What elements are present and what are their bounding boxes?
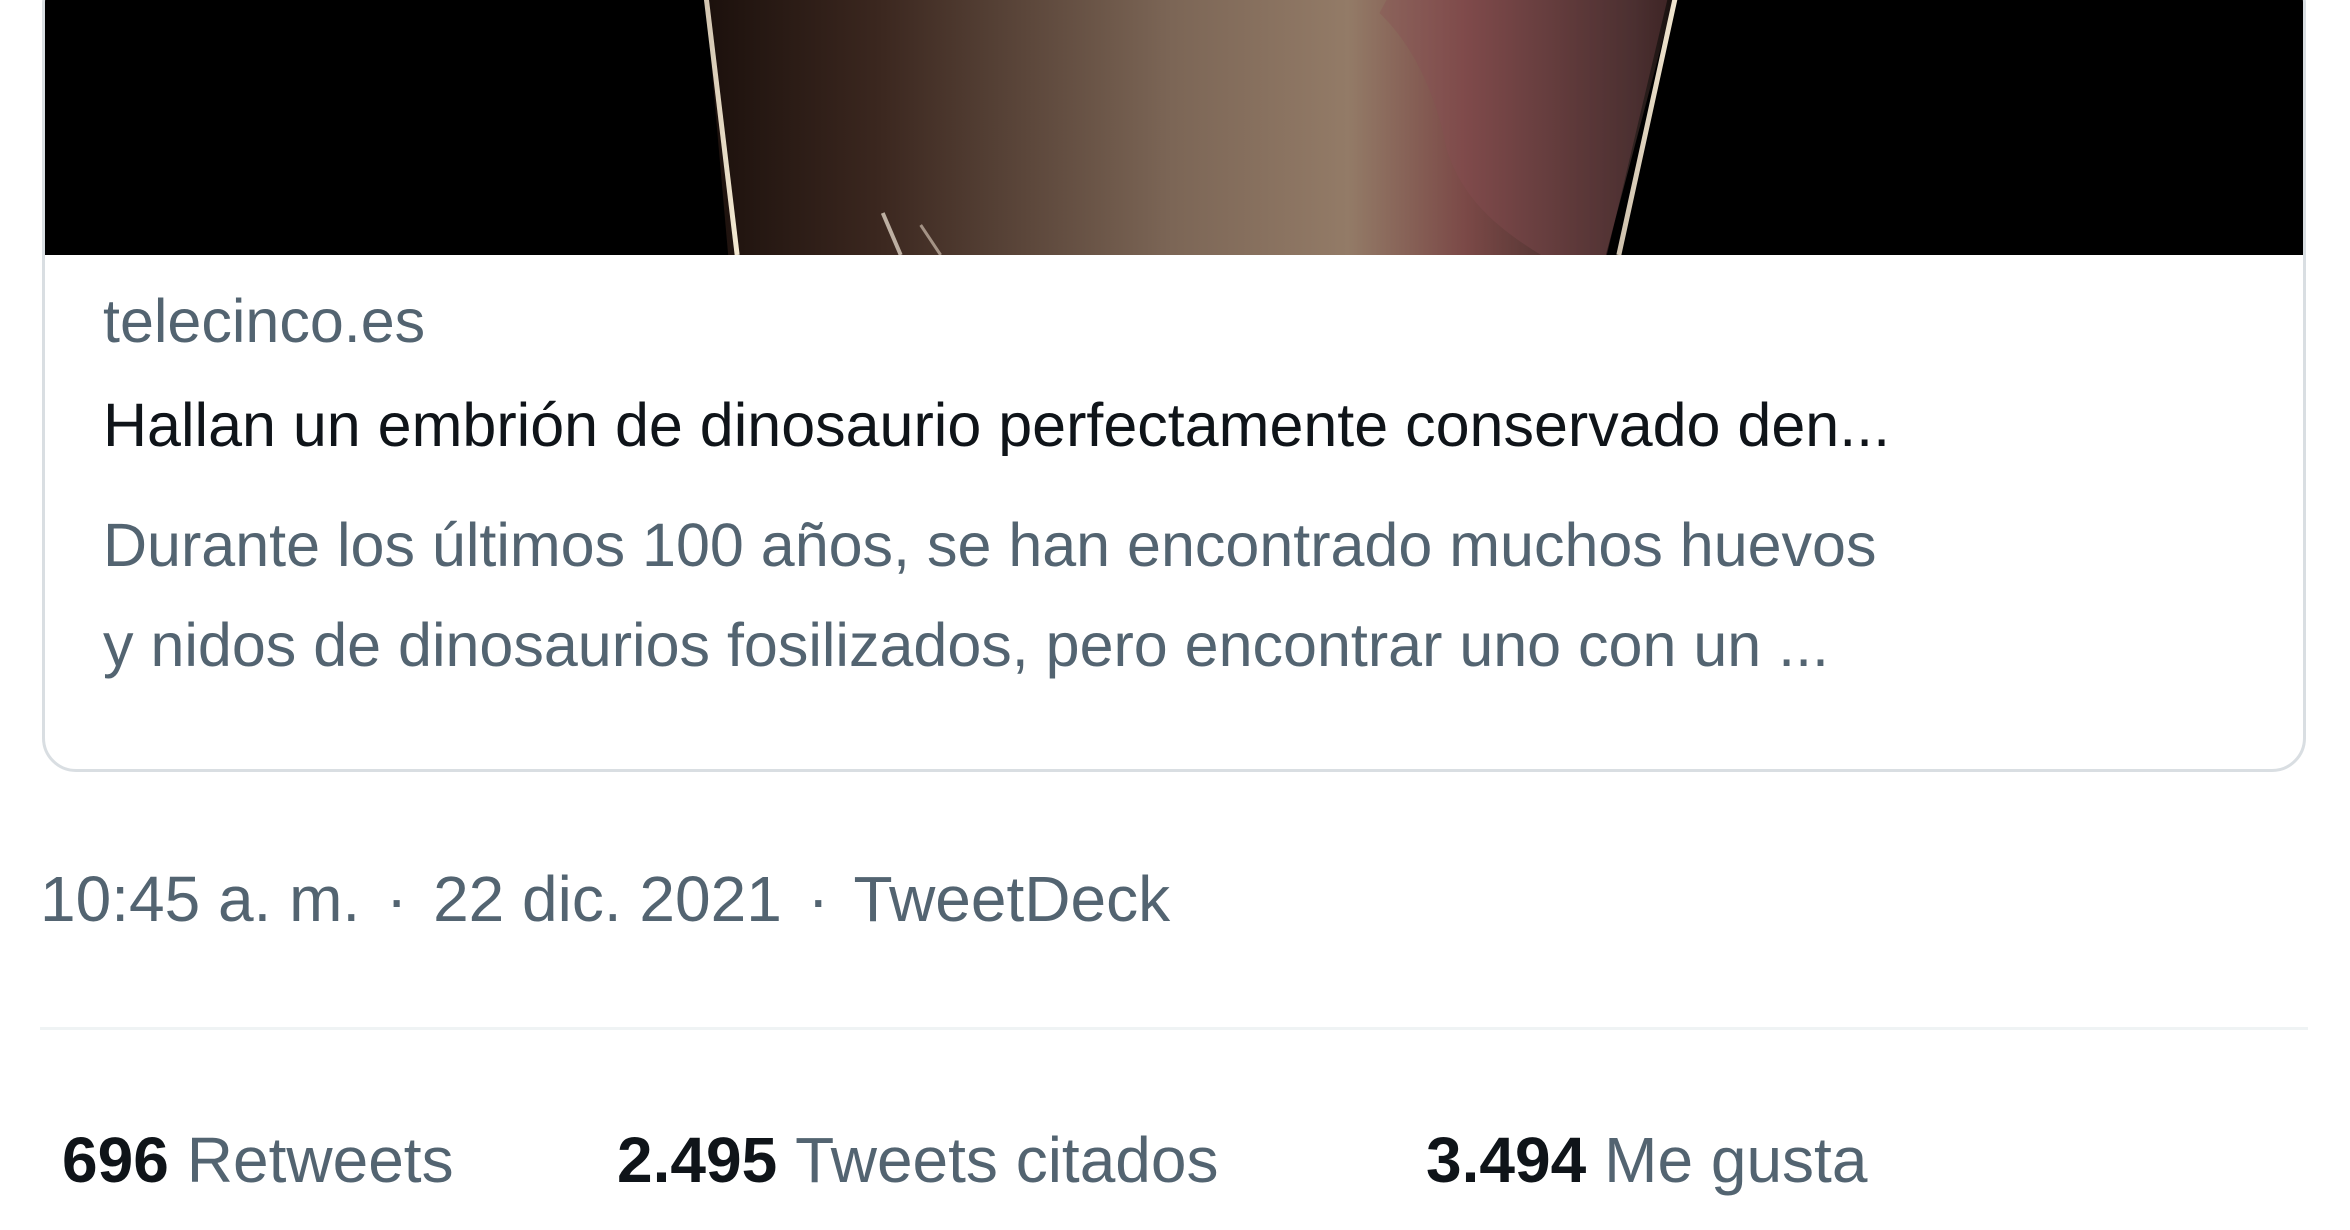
retweets-count: 696 bbox=[62, 1124, 169, 1196]
link-domain: telecinco.es bbox=[103, 287, 426, 355]
retweets-stat[interactable]: 696 Retweets bbox=[62, 1128, 454, 1198]
link-description: Durante los últimos 100 años, se han enc… bbox=[103, 495, 2258, 695]
tweet-metadata: 10:45 a. m. · 22 dic. 2021 · TweetDeck bbox=[40, 867, 1170, 931]
tweet-time[interactable]: 10:45 a. m. bbox=[40, 863, 360, 935]
link-description-line-2: y nidos de dinosaurios fosilizados, pero… bbox=[103, 611, 1829, 679]
quote-tweets-count: 2.495 bbox=[617, 1124, 778, 1196]
retweets-label: Retweets bbox=[186, 1124, 454, 1196]
likes-count: 3.494 bbox=[1426, 1124, 1587, 1196]
tweet-source[interactable]: TweetDeck bbox=[854, 863, 1171, 935]
quote-tweets-stat[interactable]: 2.495 Tweets citados bbox=[617, 1128, 1218, 1198]
likes-label: Me gusta bbox=[1604, 1124, 1868, 1196]
metadata-separator: · bbox=[807, 863, 829, 935]
link-title: Hallan un embrión de dinosaurio perfecta… bbox=[103, 395, 1891, 456]
stats-divider bbox=[40, 1027, 2308, 1030]
link-description-line-1: Durante los últimos 100 años, se han enc… bbox=[103, 511, 1877, 579]
link-preview-card[interactable]: telecinco.es Hallan un embrión de dinosa… bbox=[42, 0, 2306, 772]
dinosaur-egg-image bbox=[45, 0, 2303, 255]
tweet-date[interactable]: 22 dic. 2021 bbox=[433, 863, 782, 935]
link-preview-image bbox=[45, 0, 2303, 255]
metadata-separator: · bbox=[385, 863, 408, 935]
likes-stat[interactable]: 3.494 Me gusta bbox=[1426, 1128, 1867, 1198]
quote-tweets-label: Tweets citados bbox=[795, 1124, 1219, 1196]
tweet-detail-page: telecinco.es Hallan un embrión de dinosa… bbox=[0, 0, 2350, 1230]
